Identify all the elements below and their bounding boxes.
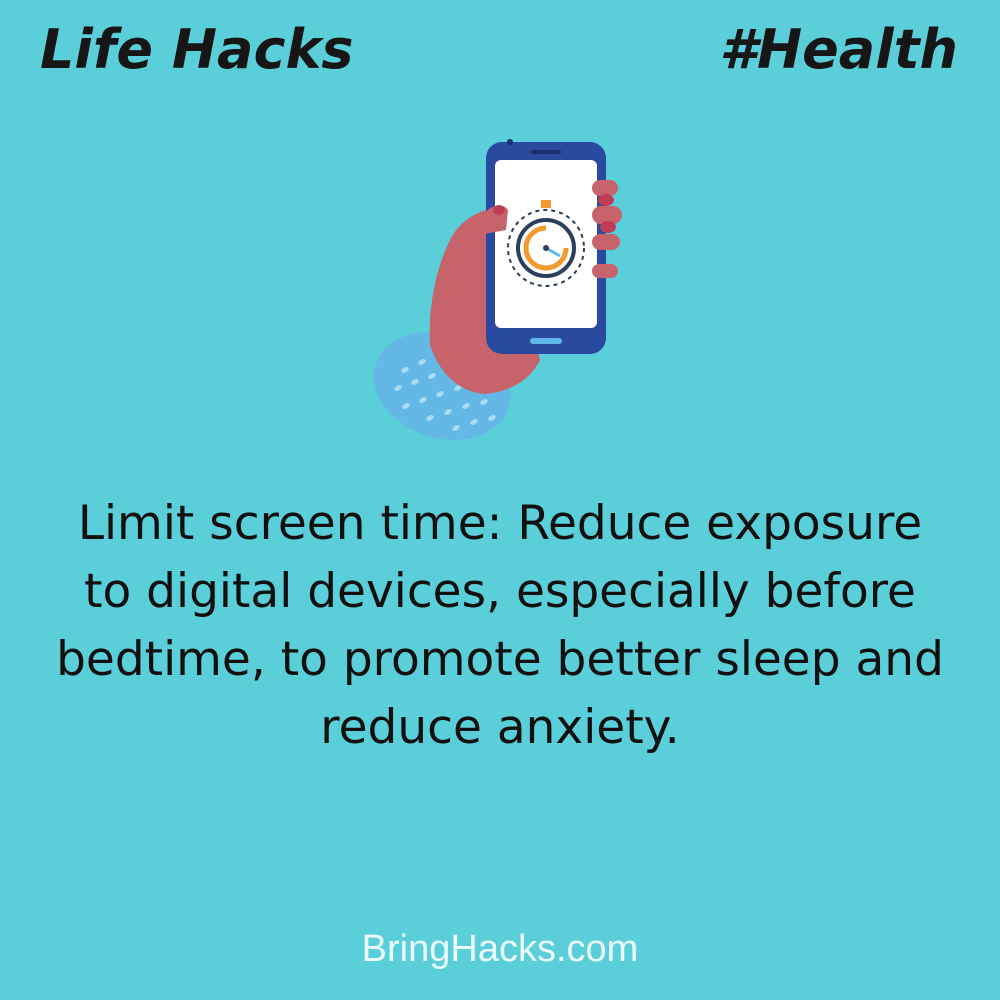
life-hacks-title: Life Hacks <box>40 18 354 81</box>
tip-text: Limit screen time: Reduce exposure to di… <box>56 496 944 755</box>
site-footer: BringHacks.com <box>361 928 639 970</box>
health-hashtag: #Health <box>719 18 958 81</box>
hand-holding-phone-with-timer-icon <box>360 130 640 450</box>
hack-card: Life Hacks #Health Limit screen time: Re… <box>0 0 1000 1000</box>
